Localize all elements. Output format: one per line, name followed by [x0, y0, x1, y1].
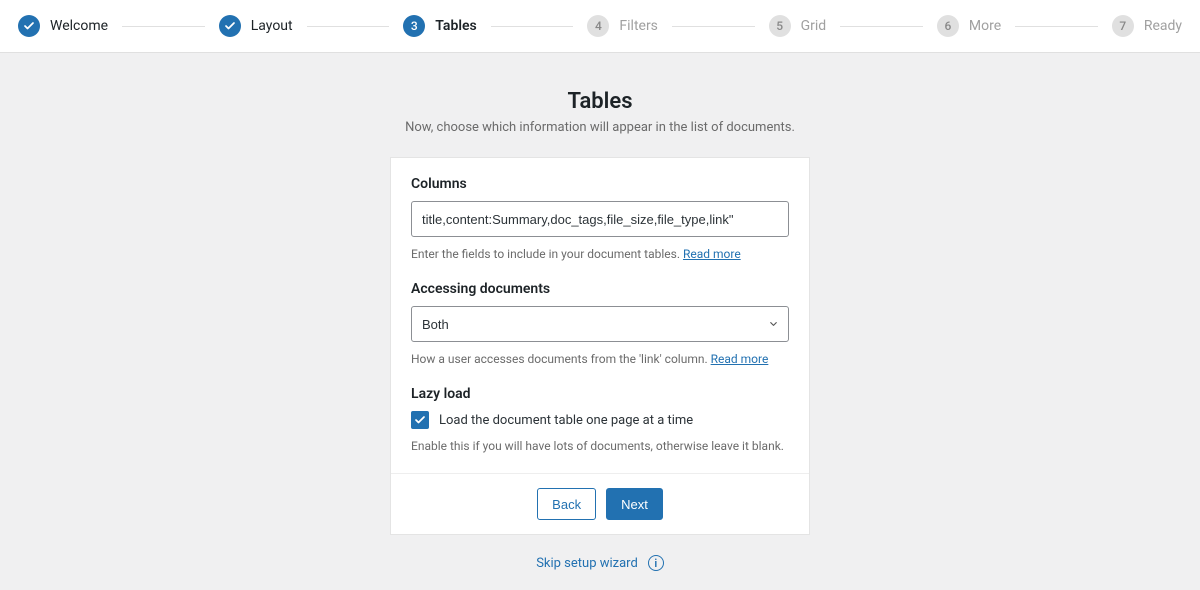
step-number-badge: 4 — [587, 15, 609, 37]
columns-read-more-link[interactable]: Read more — [683, 247, 741, 261]
page-title: Tables — [567, 89, 632, 114]
step-number-badge: 3 — [403, 15, 425, 37]
next-button[interactable]: Next — [606, 488, 663, 520]
lazy-field-group: Lazy load Load the document table one pa… — [411, 386, 789, 453]
step-number-badge: 6 — [937, 15, 959, 37]
lazy-checkbox-label: Load the document table one page at a ti… — [439, 413, 693, 428]
main-content: Tables Now, choose which information wil… — [0, 53, 1200, 571]
step-label: Filters — [619, 18, 658, 34]
skip-row: Skip setup wizard i — [536, 555, 664, 571]
lazy-hint: Enable this if you will have lots of doc… — [411, 439, 789, 453]
step-label: Layout — [251, 18, 293, 34]
card-footer: Back Next — [391, 473, 809, 534]
access-select[interactable]: Both — [411, 306, 789, 342]
skip-wizard-link[interactable]: Skip setup wizard — [536, 556, 638, 571]
step-grid[interactable]: 5 Grid — [769, 15, 827, 37]
back-button[interactable]: Back — [537, 488, 596, 520]
columns-label: Columns — [411, 176, 789, 192]
lazy-label: Lazy load — [411, 386, 789, 402]
stepper-separator — [122, 26, 205, 27]
settings-card: Columns Enter the fields to include in y… — [390, 157, 810, 535]
step-label: Tables — [435, 18, 476, 34]
step-filters[interactable]: 4 Filters — [587, 15, 658, 37]
step-label: Welcome — [50, 18, 108, 34]
step-tables[interactable]: 3 Tables — [403, 15, 476, 37]
access-label: Accessing documents — [411, 281, 789, 297]
page-subtitle: Now, choose which information will appea… — [405, 120, 795, 135]
step-number-badge: 7 — [1112, 15, 1134, 37]
stepper-separator — [491, 26, 574, 27]
lazy-load-checkbox[interactable] — [411, 411, 429, 429]
step-number-badge: 5 — [769, 15, 791, 37]
step-label: Grid — [801, 18, 827, 34]
access-field-group: Accessing documents Both How a user acce… — [411, 281, 789, 366]
check-icon — [219, 15, 241, 37]
step-more[interactable]: 6 More — [937, 15, 1001, 37]
stepper-separator — [1015, 26, 1098, 27]
columns-hint: Enter the fields to include in your docu… — [411, 247, 789, 261]
access-hint: How a user accesses documents from the '… — [411, 352, 789, 366]
check-icon — [18, 15, 40, 37]
columns-field-group: Columns Enter the fields to include in y… — [411, 176, 789, 261]
access-read-more-link[interactable]: Read more — [711, 352, 769, 366]
step-welcome[interactable]: Welcome — [18, 15, 108, 37]
wizard-stepper: Welcome Layout 3 Tables 4 Filters 5 Grid… — [0, 0, 1200, 53]
stepper-separator — [307, 26, 390, 27]
step-ready[interactable]: 7 Ready — [1112, 15, 1182, 37]
stepper-separator — [672, 26, 755, 27]
step-label: Ready — [1144, 18, 1182, 34]
check-icon — [414, 414, 426, 426]
info-icon[interactable]: i — [648, 555, 664, 571]
step-layout[interactable]: Layout — [219, 15, 293, 37]
step-label: More — [969, 18, 1001, 34]
columns-input[interactable] — [411, 201, 789, 237]
stepper-separator — [840, 26, 923, 27]
